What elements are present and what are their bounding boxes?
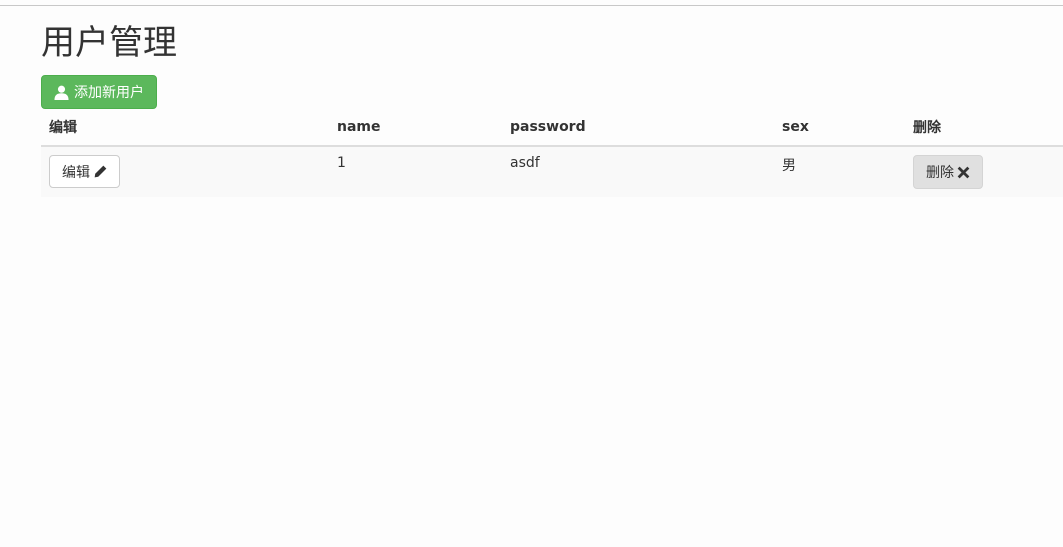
header-sex: sex: [774, 109, 905, 147]
cell-password: asdf: [502, 146, 774, 197]
header-edit: 编辑: [41, 109, 329, 147]
edit-button-label: 编辑: [62, 164, 90, 181]
main-container: 用户管理 添加新用户 编辑 name password sex 删除 编辑 1 …: [41, 7, 1063, 197]
cell-edit: 编辑: [41, 146, 329, 197]
cell-sex: 男: [774, 146, 905, 197]
cell-name: 1: [329, 146, 502, 197]
remove-icon: [957, 166, 970, 178]
header-delete: 删除: [905, 109, 1063, 147]
edit-button[interactable]: 编辑: [49, 155, 120, 188]
add-user-label: 添加新用户: [74, 85, 144, 101]
cell-delete: 删除: [905, 146, 1063, 197]
users-table: 编辑 name password sex 删除 编辑 1 asdf 男 删除: [41, 109, 1063, 197]
table-row: 编辑 1 asdf 男 删除: [41, 146, 1063, 197]
table-header-row: 编辑 name password sex 删除: [41, 109, 1063, 147]
page-title: 用户管理: [41, 23, 177, 63]
header-name: name: [329, 109, 502, 147]
add-user-button[interactable]: 添加新用户: [41, 75, 157, 109]
delete-button[interactable]: 删除: [913, 155, 983, 189]
delete-button-label: 删除: [926, 165, 954, 181]
header-password: password: [502, 109, 774, 147]
window-top-border: [0, 0, 1063, 6]
pencil-icon: [94, 165, 107, 178]
user-icon: [54, 85, 69, 100]
